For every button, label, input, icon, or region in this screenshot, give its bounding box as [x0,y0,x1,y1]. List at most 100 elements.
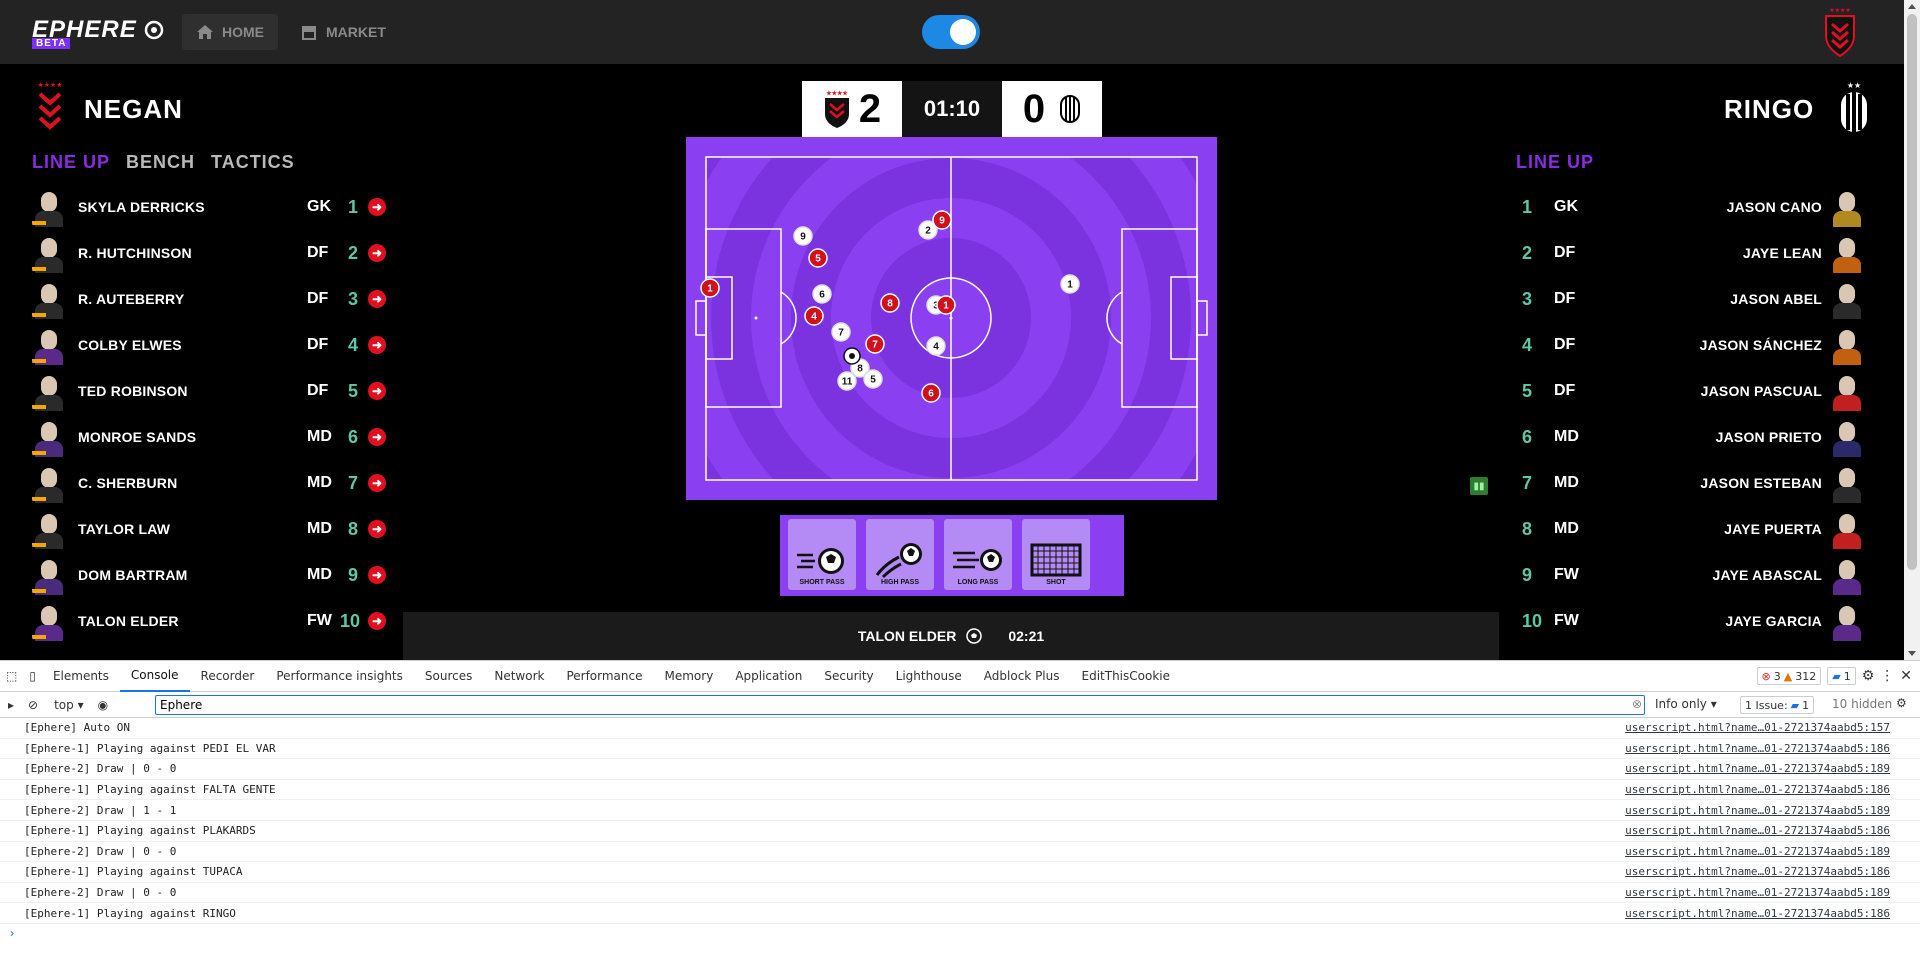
devtools-tab-console[interactable]: Console [119,661,190,692]
live-expression-eye-icon[interactable]: ◉ [98,698,108,712]
away-player-row[interactable]: 8 MD JAYE PUERTA [1512,506,1868,552]
console-source-link[interactable]: userscript.html?name…01-2721374aabd5:189 [1625,886,1890,899]
devtools-tab-performance[interactable]: Performance [555,661,653,692]
away-player-row[interactable]: 1 GK JASON CANO [1512,184,1868,230]
svg-text:1: 1 [1067,280,1073,291]
messages-badge[interactable]: ▰ 1 [1827,667,1856,685]
devtools-tab-elements[interactable]: Elements [42,661,120,692]
devtools-tab-editthiscookie[interactable]: EditThisCookie [1071,661,1182,692]
stats-icon[interactable]: ▮▮ [1470,477,1488,495]
substitute-icon[interactable]: ➜ [368,336,386,354]
player-avatar [1830,509,1864,549]
player-avatar [1830,233,1864,273]
console-source-link[interactable]: userscript.html?name…01-2721374aabd5:189 [1625,845,1890,858]
away-player-row[interactable]: 9 FW JAYE ABASCAL [1512,552,1868,598]
substitute-icon[interactable]: ➜ [368,612,386,630]
devtools-tab-memory[interactable]: Memory [654,661,725,692]
club-crest-icon[interactable]: ★★★★ [1822,6,1858,58]
tab-tactics[interactable]: TACTICS [211,152,295,173]
errors-badge[interactable]: ⊗ 3 ▲ 312 [1756,667,1822,685]
console-source-link[interactable]: userscript.html?name…01-2721374aabd5:189 [1625,804,1890,817]
log-level-select[interactable]: Info only ▾ [1655,697,1717,711]
auto-toggle[interactable] [922,15,980,49]
devtools-tab-network[interactable]: Network [483,661,555,692]
nav-market[interactable]: MARKET [286,14,400,50]
console-source-link[interactable]: userscript.html?name…01-2721374aabd5:157 [1625,721,1890,734]
home-player-row[interactable]: SKYLA DERRICKS GK 1 ➜ [32,184,388,230]
home-player-row[interactable]: R. HUTCHINSON DF 2 ➜ [32,230,388,276]
inspect-icon[interactable]: ⬚ [0,661,23,692]
issues-button[interactable]: 1 Issue: ▰ 1 [1740,696,1815,714]
short-pass-button[interactable]: SHORT PASS [788,519,856,590]
substitute-icon[interactable]: ➜ [368,382,386,400]
player-number: 6 [348,426,359,447]
substitute-icon[interactable]: ➜ [368,566,386,584]
substitute-icon[interactable]: ➜ [368,290,386,308]
page-scrollbar[interactable] [1904,0,1920,660]
football-pitch: 9 6 7 8 11 5 2 3 4 1 1 5 4 7 8 9 6 1 [686,137,1217,500]
away-player-row[interactable]: 10 FW JAYE GARCIA [1512,598,1868,644]
home-player-row[interactable]: TALON ELDER FW 10 ➜ [32,598,388,644]
event-time: 02:21 [1008,628,1045,644]
store-icon [302,26,316,40]
substitute-icon[interactable]: ➜ [368,520,386,538]
settings-gear-icon[interactable]: ⚙ [1862,668,1875,684]
home-player-row[interactable]: MONROE SANDS MD 6 ➜ [32,414,388,460]
tab-lineup[interactable]: LINE UP [32,152,110,173]
console-settings-icon[interactable]: ⚙ [1896,696,1907,710]
devtools-tab-lighthouse[interactable]: Lighthouse [885,661,973,692]
home-player-row[interactable]: C. SHERBURN MD 7 ➜ [32,460,388,506]
clear-console-icon[interactable]: ⊘ [28,698,38,712]
devtools-tab-recorder[interactable]: Recorder [190,661,266,692]
clear-filter-icon[interactable]: ⊗ [1632,697,1642,711]
home-player-row[interactable]: R. AUTEBERRY DF 3 ➜ [32,276,388,322]
player-name: JASON SÁNCHEZ [1699,337,1822,353]
player-number: 7 [1522,472,1533,493]
player-avatar [1830,417,1864,457]
close-devtools-icon[interactable]: ✕ [1900,668,1912,684]
substitute-icon[interactable]: ➜ [368,428,386,446]
home-player-row[interactable]: TAYLOR LAW MD 8 ➜ [32,506,388,552]
away-tab-lineup[interactable]: LINE UP [1516,152,1594,173]
home-player-row[interactable]: TED ROBINSON DF 5 ➜ [32,368,388,414]
devtools-tab-adblock-plus[interactable]: Adblock Plus [973,661,1071,692]
home-player-token: 1 [936,295,956,315]
long-pass-icon [953,549,1002,571]
long-pass-button[interactable]: LONG PASS [944,519,1012,590]
devtools-tab-performance-insights[interactable]: Performance insights [265,661,414,692]
console-source-link[interactable]: userscript.html?name…01-2721374aabd5:186 [1625,907,1890,920]
tab-bench[interactable]: BENCH [126,152,195,173]
console-source-link[interactable]: userscript.html?name…01-2721374aabd5:186 [1625,824,1890,837]
console-source-link[interactable]: userscript.html?name…01-2721374aabd5:189 [1625,762,1890,775]
home-player-row[interactable]: DOM BARTRAM MD 9 ➜ [32,552,388,598]
away-player-row[interactable]: 2 DF JAYE LEAN [1512,230,1868,276]
more-options-icon[interactable]: ⋮ [1880,668,1894,684]
substitute-icon[interactable]: ➜ [368,244,386,262]
ephere-logo[interactable]: EPHERE BETA [32,16,164,49]
sidebar-toggle-icon[interactable]: ▸ [8,698,14,712]
away-player-row[interactable]: 6 MD JASON PRIETO [1512,414,1868,460]
devtools-tab-application[interactable]: Application [724,661,813,692]
away-player-row[interactable]: 4 DF JASON SÁNCHEZ [1512,322,1868,368]
away-player-row[interactable]: 7 MD JASON ESTEBAN [1512,460,1868,506]
high-pass-button[interactable]: HIGH PASS [866,519,934,590]
home-crest-icon: ★★★★ [37,81,63,130]
substitute-icon[interactable]: ➜ [368,198,386,216]
shot-button[interactable]: SHOT [1022,519,1090,590]
device-toolbar-icon[interactable]: ▯ [23,661,42,692]
console-prompt[interactable]: › [0,924,1920,942]
svg-text:★★★★: ★★★★ [37,81,62,89]
substitute-icon[interactable]: ➜ [368,474,386,492]
nav-home[interactable]: HOME [182,14,278,50]
console-filter-input[interactable] [155,695,1645,715]
home-player-row[interactable]: COLBY ELWES DF 4 ➜ [32,322,388,368]
away-player-row[interactable]: 5 DF JASON PASCUAL [1512,368,1868,414]
away-player-row[interactable]: 3 DF JASON ABEL [1512,276,1868,322]
context-select[interactable]: top ▾ [54,698,84,712]
console-source-link[interactable]: userscript.html?name…01-2721374aabd5:186 [1625,865,1890,878]
console-source-link[interactable]: userscript.html?name…01-2721374aabd5:186 [1625,742,1890,755]
console-source-link[interactable]: userscript.html?name…01-2721374aabd5:186 [1625,783,1890,796]
devtools-tab-sources[interactable]: Sources [414,661,483,692]
devtools-tab-security[interactable]: Security [813,661,884,692]
player-avatar [32,233,66,273]
